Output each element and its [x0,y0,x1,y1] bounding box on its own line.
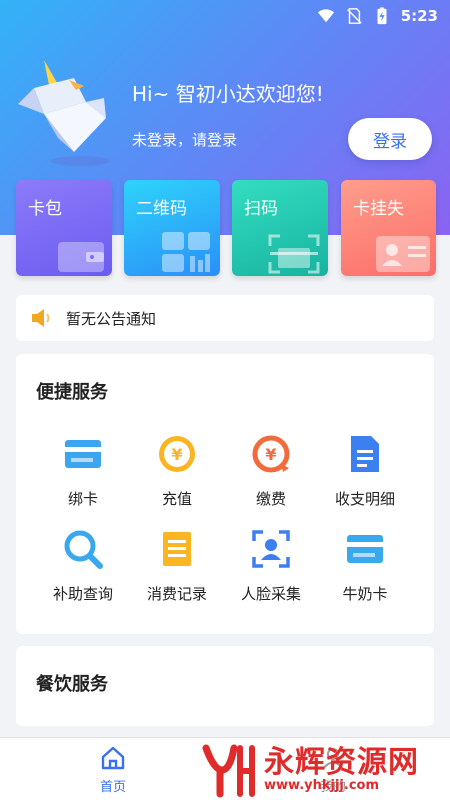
card-scan-label: 扫码 [244,199,278,219]
card-report-loss[interactable]: 卡挂失 [341,180,436,276]
services-grid: 绑卡 ¥ 充值 ¥ 缴费 收支明细 补助查询 消费记录 人脸采集 牛奶卡 [36,434,412,604]
milk-card-icon [347,535,383,563]
nav-home-label: 首页 [99,780,126,795]
unicorn-mascot-icon [18,60,110,166]
service-label: 人脸采集 [240,585,301,603]
watermark-logo-icon [202,744,255,798]
no-sim-icon [346,8,362,24]
service-label: 充值 [161,490,192,508]
card-qr-label: 二维码 [136,199,187,219]
services-panel: 便捷服务 绑卡 ¥ 充值 ¥ 缴费 收支明细 补助查询 消费记录 人脸采集 牛奶… [16,354,434,634]
service-face-capture[interactable]: 人脸采集 [224,529,318,604]
recharge-yen-icon: ¥ [159,436,195,472]
service-label: 收支明细 [334,490,395,508]
record-list-icon [163,532,191,566]
notice-bar[interactable]: 暂无公告通知 [16,295,434,341]
card-wallet-label: 卡包 [28,199,62,219]
wallet-icon [58,242,104,272]
service-subsidy-query[interactable]: 补助查询 [36,529,130,604]
id-card-icon [376,236,430,272]
card-scan[interactable]: 扫码 [232,180,328,276]
wifi-icon [317,9,334,23]
face-scan-icon [252,530,290,568]
watermark-url: www.yhkjjj.com [264,777,380,793]
service-label: 消费记录 [146,585,207,603]
service-milk-card[interactable]: 牛奶卡 [318,529,412,604]
services-title: 便捷服务 [36,382,108,403]
document-icon [351,436,379,472]
service-payment[interactable]: ¥ 缴费 [224,434,318,509]
search-icon [64,530,103,569]
greeting-text: Hi~ 智初小达欢迎您! [132,82,324,106]
watermark-text: 永辉资源网 [264,744,419,780]
service-bind-card[interactable]: 绑卡 [36,434,130,509]
battery-charging-icon [377,7,387,25]
scan-icon [268,234,320,274]
svg-text:¥: ¥ [265,445,276,464]
service-recharge[interactable]: ¥ 充值 [130,434,224,509]
card-report-loss-label: 卡挂失 [353,199,404,219]
service-label: 缴费 [255,490,286,508]
status-time: 5:23 [400,7,438,25]
service-label: 补助查询 [52,585,113,603]
service-label: 绑卡 [67,490,98,508]
speaker-icon [32,309,50,327]
login-hint[interactable]: 未登录，请登录 [132,129,237,150]
service-label: 牛奶卡 [342,585,388,603]
payment-yen-icon: ¥ [252,435,290,473]
dining-panel: 餐饮服务 [16,646,434,726]
card-qr-code[interactable]: 二维码 [124,180,220,276]
service-statement[interactable]: 收支明细 [318,434,412,509]
service-consumption-records[interactable]: 消费记录 [130,529,224,604]
qr-code-icon [162,232,210,272]
svg-text:¥: ¥ [171,445,182,464]
login-button[interactable]: 登录 [348,118,432,160]
dining-title: 餐饮服务 [36,674,108,695]
status-bar: 5:23 [0,0,450,32]
notice-text: 暂无公告通知 [66,309,157,328]
home-icon [101,746,125,770]
bind-card-icon [65,440,101,468]
card-wallet[interactable]: 卡包 [16,180,112,276]
site-watermark: 永辉资源网 www.yhkjjj.com [200,740,450,800]
nav-home[interactable]: 首页 [90,746,136,795]
